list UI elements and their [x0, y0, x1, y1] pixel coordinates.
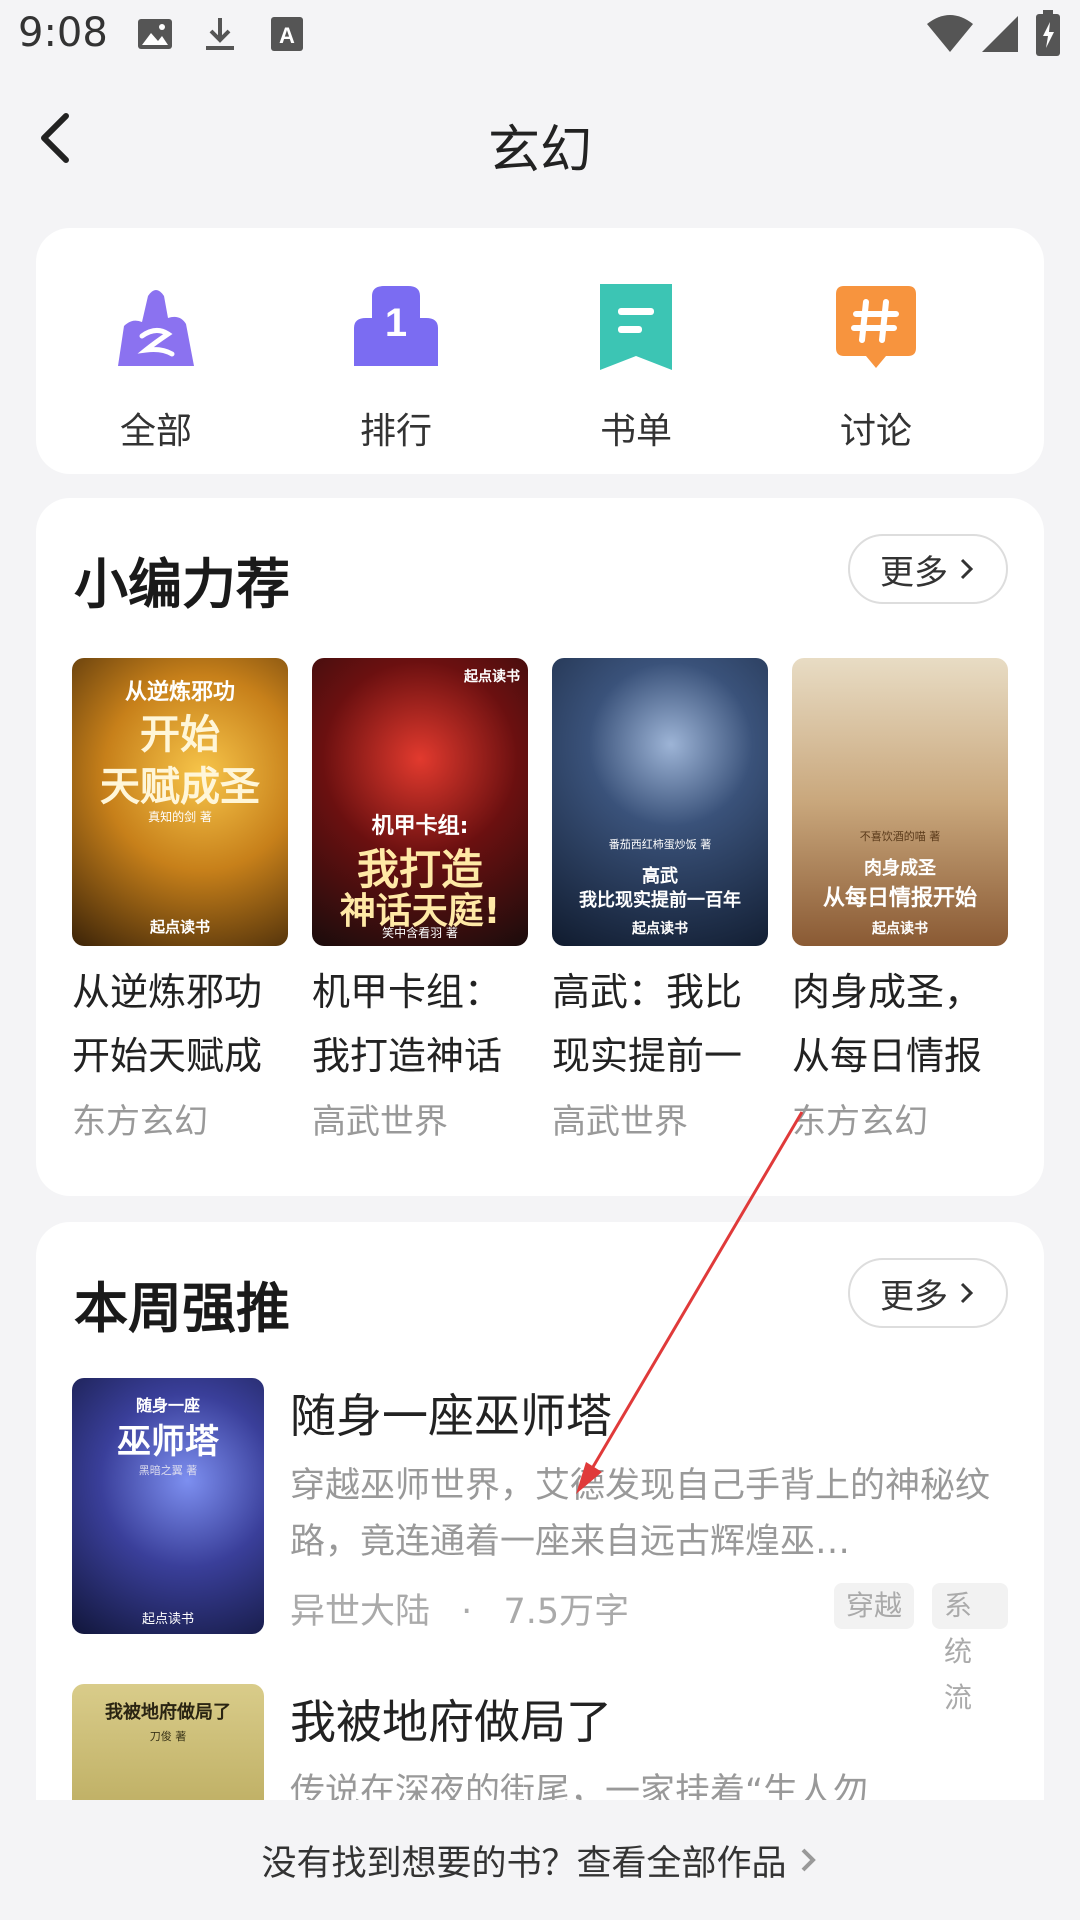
book-cover: 从逆炼邪功 开始 天赋成圣 真知的剑 著 起点读书 [72, 658, 288, 946]
book-cover: 起点读书 机甲卡组: 我打造 神话天庭! 笑中含看羽 著 [312, 658, 528, 946]
mountain-icon [118, 290, 194, 366]
more-button[interactable]: 更多 [848, 534, 1008, 604]
book-cover: 不喜饮酒的喵 著 肉身成圣 从每日情报开始 起点读书 [792, 658, 1008, 946]
book-tag: 系统流 [932, 1583, 1008, 1714]
book-title: 高武：我比现实提前一百年 [552, 970, 743, 1078]
book-title: 从逆炼邪功开始天赋成圣 [72, 970, 263, 1078]
editor-picks-card: 小编力荐 更多 从逆炼邪功 开始 天赋成圣 真知的剑 著 起点读书 从逆炼邪功开… [36, 498, 1044, 1196]
category-all[interactable]: 全部 [36, 278, 276, 454]
book-cover: 番茄西红柿蛋炒饭 著 高武 我比现实提前一百年 起点读书 [552, 658, 768, 946]
more-button[interactable]: 更多 [848, 1258, 1008, 1328]
download-icon [206, 18, 234, 50]
book-description: 穿越巫师世界，艾德发现自己手背上的神秘纹路，竟连通着一座来自远古辉煌巫… [290, 1466, 991, 1562]
book-genre: 高武世界 [552, 1102, 688, 1142]
book-title: 我被地府做局了 [290, 1695, 612, 1749]
rank-1-icon: 1 [354, 286, 438, 366]
book-genre: 东方玄幻 [792, 1102, 928, 1142]
book-list-item[interactable]: 随身一座 巫师塔 黑暗之翼 著 起点读书 随身一座巫师塔 穿越巫师世界，艾德发现… [72, 1378, 1008, 1714]
category-label: 排行 [359, 411, 432, 452]
chevron-right-icon [960, 558, 974, 580]
weekly-picks-card: 本周强推 更多 随身一座 巫师塔 黑暗之翼 著 起点读书 随身一座巫师塔 穿越巫… [36, 1222, 1044, 1822]
section-title: 小编力荐 [74, 553, 290, 616]
svg-text:1: 1 [385, 301, 407, 345]
section-title: 本周强推 [74, 1277, 290, 1340]
book-tag: 穿越 [834, 1583, 915, 1629]
chevron-right-icon [960, 1282, 974, 1304]
category-rank[interactable]: 1 排行 [276, 278, 516, 454]
book-genre: 高武世界 [312, 1102, 448, 1142]
bookmark-list-icon [600, 284, 672, 370]
book-card[interactable]: 从逆炼邪功 开始 天赋成圣 真知的剑 著 起点读书 从逆炼邪功开始天赋成圣 东方… [72, 658, 288, 1143]
category-label: 讨论 [839, 411, 912, 452]
hashtag-bubble-icon [836, 286, 916, 368]
page-title: 玄幻 [487, 121, 592, 181]
image-notification-icon [138, 19, 172, 49]
view-all-works-link[interactable]: 没有找到想要的书？查看全部作品 [0, 1800, 1080, 1920]
category-label: 书单 [599, 411, 672, 452]
status-time: 9:08 [18, 10, 108, 56]
book-genre: 东方玄幻 [72, 1102, 208, 1142]
category-booklist[interactable]: 书单 [516, 278, 756, 454]
category-label: 全部 [119, 411, 192, 452]
book-title: 肉身成圣，从每日情报开始 [792, 970, 983, 1078]
category-discussion[interactable]: 讨论 [756, 278, 996, 454]
top-bar: 玄幻 [0, 90, 1080, 190]
book-card[interactable]: 不喜饮酒的喵 著 肉身成圣 从每日情报开始 起点读书 肉身成圣，从每日情报开始 … [792, 658, 1008, 1143]
book-cover: 随身一座 巫师塔 黑暗之翼 著 起点读书 [72, 1378, 264, 1634]
book-card[interactable]: 番茄西红柿蛋炒饭 著 高武 我比现实提前一百年 起点读书 高武：我比现实提前一百… [552, 658, 768, 1143]
book-title: 机甲卡组：我打造神话天庭 [312, 970, 503, 1078]
category-nav-card: 全部 1 排行 书单 讨论 [36, 228, 1044, 474]
wifi-icon [927, 15, 973, 52]
a-notification-icon: A [271, 17, 303, 51]
svg-text:A: A [279, 23, 295, 48]
book-title: 随身一座巫师塔 [290, 1389, 612, 1443]
battery-icon [1036, 10, 1060, 56]
book-card[interactable]: 起点读书 机甲卡组: 我打造 神话天庭! 笑中含看羽 著 机甲卡组：我打造神话天… [312, 658, 528, 1143]
status-bar: 9:08 A [0, 0, 1080, 72]
book-meta: 异世大陆 · 7.5万字 [290, 1592, 630, 1632]
signal-icon [982, 16, 1018, 52]
chevron-right-icon [801, 1848, 816, 1872]
